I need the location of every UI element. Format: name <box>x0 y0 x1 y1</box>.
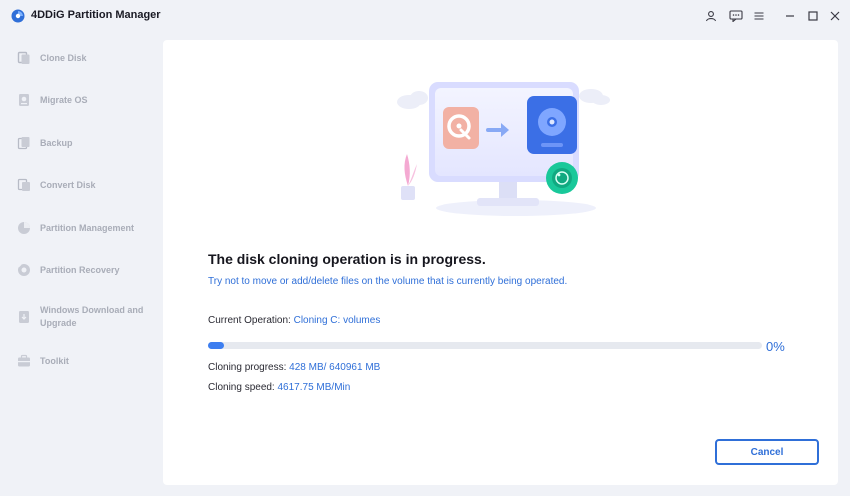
sidebar-item-label: Toolkit <box>40 356 69 366</box>
migrate-os-icon <box>17 93 31 107</box>
toolkit-icon <box>17 354 31 368</box>
cloning-progress-value: 428 MB/ 640961 MB <box>289 362 381 373</box>
partition-recovery-icon <box>17 263 31 277</box>
cloning-progress: Cloning progress: 428 MB/ 640961 MB <box>208 362 380 373</box>
convert-disk-icon <box>17 178 31 192</box>
sidebar-item-label: Windows Download and Upgrade <box>40 305 144 328</box>
sidebar-item-label: Backup <box>40 138 73 148</box>
windows-download-icon <box>17 310 31 324</box>
current-operation-label: Current Operation: <box>208 315 291 326</box>
cloning-speed-label: Cloning speed: <box>208 382 275 393</box>
minimize-icon[interactable] <box>780 6 800 26</box>
close-icon[interactable] <box>825 6 845 26</box>
main-panel: The disk cloning operation is in progres… <box>163 40 838 485</box>
menu-icon[interactable] <box>749 6 769 26</box>
sidebar-item-label: Convert Disk <box>40 180 96 190</box>
progress-percent: 0% <box>766 339 785 354</box>
cancel-button[interactable]: Cancel <box>715 439 819 465</box>
partition-management-icon <box>17 221 31 235</box>
current-operation-value: Cloning C: volumes <box>293 315 381 326</box>
sidebar-item-convert-disk[interactable]: Convert Disk <box>0 178 160 192</box>
app-title: 4DDiG Partition Manager <box>31 9 161 21</box>
sidebar-item-label: Partition Recovery <box>40 265 120 275</box>
progress-fill <box>208 342 224 349</box>
user-icon[interactable] <box>701 6 721 26</box>
maximize-icon[interactable] <box>803 6 823 26</box>
sidebar-item-label: Migrate OS <box>40 95 88 105</box>
sidebar-item-clone-disk[interactable]: Clone Disk <box>0 51 160 65</box>
sidebar-item-label: Partition Management <box>40 223 135 233</box>
warning-message: Try not to move or add/delete files on t… <box>208 276 568 287</box>
sidebar-item-label: Clone Disk <box>40 53 87 63</box>
current-operation: Current Operation: Cloning C: volumes <box>208 315 380 326</box>
sidebar-item-backup[interactable]: Backup <box>0 136 160 150</box>
sidebar-item-toolkit[interactable]: Toolkit <box>0 354 160 368</box>
sidebar-item-windows-download[interactable]: Windows Download and Upgrade <box>0 302 160 332</box>
sidebar: Clone Disk Migrate OS Backup Convert Dis… <box>0 38 160 496</box>
sidebar-item-partition-recovery[interactable]: Partition Recovery <box>0 263 160 277</box>
progress-bar <box>208 342 762 349</box>
sidebar-item-migrate-os[interactable]: Migrate OS <box>0 93 160 107</box>
disk-clone-illustration <box>391 60 611 230</box>
clone-disk-icon <box>17 51 31 65</box>
title-bar: 4DDiG Partition Manager <box>0 0 850 32</box>
app-logo-icon <box>11 9 25 23</box>
cloning-speed: Cloning speed: 4617.75 MB/Min <box>208 382 350 393</box>
cloning-speed-value: 4617.75 MB/Min <box>277 382 351 393</box>
sidebar-item-partition-management[interactable]: Partition Management <box>0 221 160 235</box>
page-title: The disk cloning operation is in progres… <box>208 251 486 267</box>
cloning-progress-label: Cloning progress: <box>208 362 287 373</box>
feedback-icon[interactable] <box>726 6 746 26</box>
backup-icon <box>17 136 31 150</box>
